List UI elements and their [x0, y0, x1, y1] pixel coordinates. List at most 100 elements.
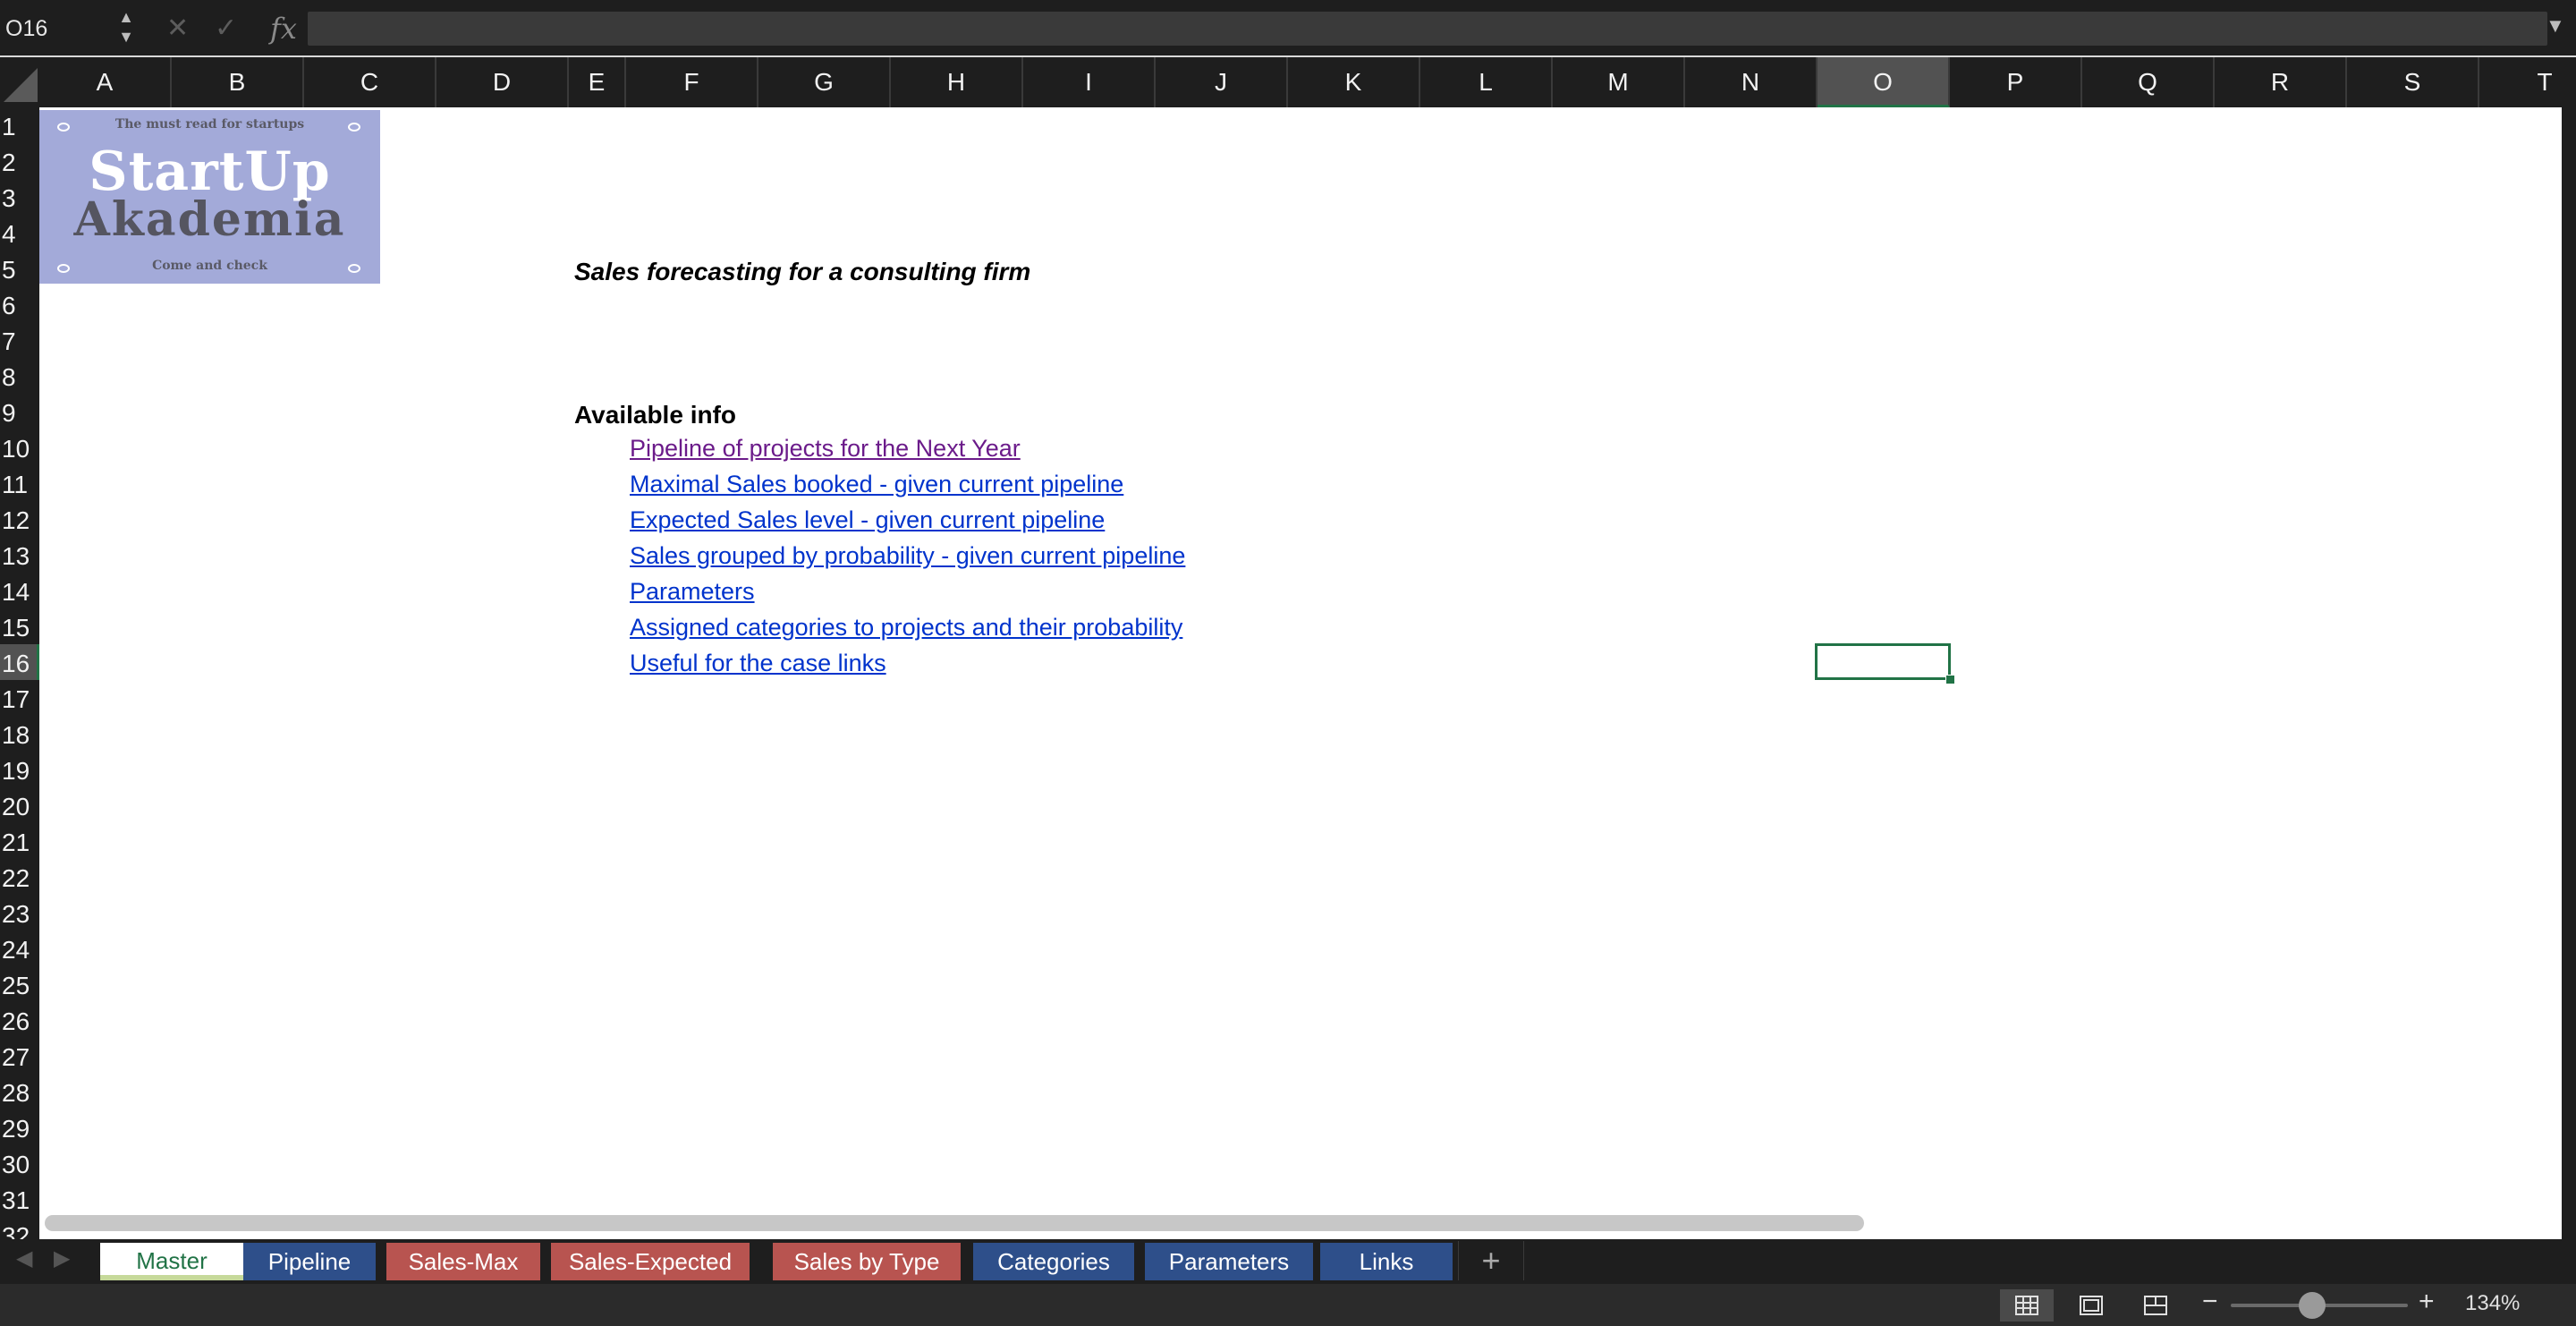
- logo-corner-icon: [348, 264, 360, 273]
- column-header-g[interactable]: G: [758, 57, 891, 107]
- tab-sales-by-type[interactable]: Sales by Type: [773, 1243, 961, 1280]
- row-header-7[interactable]: 7: [0, 322, 39, 358]
- column-header-n[interactable]: N: [1685, 57, 1818, 107]
- column-header-i[interactable]: I: [1023, 57, 1156, 107]
- row-header-13[interactable]: 13: [0, 537, 39, 573]
- row-header-31[interactable]: 31: [0, 1181, 39, 1217]
- row-header-1[interactable]: 1: [0, 107, 39, 143]
- tab-scroll-left-icon[interactable]: ◀: [16, 1245, 32, 1271]
- add-sheet-button[interactable]: +: [1458, 1241, 1524, 1280]
- column-header-d[interactable]: D: [436, 57, 569, 107]
- tab-sales-expected[interactable]: Sales-Expected: [551, 1243, 750, 1280]
- tab-parameters[interactable]: Parameters: [1145, 1243, 1313, 1280]
- row-header-8[interactable]: 8: [0, 358, 39, 394]
- row-header-24[interactable]: 24: [0, 931, 39, 966]
- logo-tagline-bottom: Come and check: [152, 259, 267, 273]
- link-sales-by-probability[interactable]: Sales grouped by probability - given cur…: [630, 542, 1185, 570]
- row-header-29[interactable]: 29: [0, 1109, 39, 1145]
- column-header-s[interactable]: S: [2347, 57, 2479, 107]
- fill-handle[interactable]: [1945, 675, 1955, 684]
- row-header-2[interactable]: 2: [0, 143, 39, 179]
- tab-sales-max[interactable]: Sales-Max: [386, 1243, 540, 1280]
- row-header-23[interactable]: 23: [0, 895, 39, 931]
- row-header-11[interactable]: 11: [0, 465, 39, 501]
- row-header-22[interactable]: 22: [0, 859, 39, 895]
- link-categories[interactable]: Assigned categories to projects and thei…: [630, 614, 1182, 642]
- formula-input[interactable]: [308, 12, 2547, 46]
- row-header-20[interactable]: 20: [0, 787, 39, 823]
- link-useful-links[interactable]: Useful for the case links: [630, 650, 886, 677]
- row-header-30[interactable]: 30: [0, 1145, 39, 1181]
- zoom-slider-handle[interactable]: [2299, 1292, 2326, 1319]
- row-header-17[interactable]: 17: [0, 680, 39, 716]
- row-header-5[interactable]: 5: [0, 251, 39, 286]
- column-header-b[interactable]: B: [172, 57, 304, 107]
- sheet-title: Sales forecasting for a consulting firm: [574, 258, 1031, 285]
- logo-corner-icon: [57, 123, 70, 132]
- column-header-j[interactable]: J: [1156, 57, 1288, 107]
- name-box-stepper-icon[interactable]: ▲ ▼: [114, 7, 138, 48]
- page-break-icon[interactable]: [2129, 1289, 2182, 1322]
- close-icon[interactable]: ✕: [166, 11, 189, 47]
- link-parameters[interactable]: Parameters: [630, 578, 755, 606]
- zoom-out-icon[interactable]: −: [2202, 1287, 2218, 1317]
- row-header-18[interactable]: 18: [0, 716, 39, 752]
- column-header-k[interactable]: K: [1288, 57, 1420, 107]
- startup-akademia-logo[interactable]: The must read for startups StartUp Akade…: [39, 110, 380, 284]
- column-header-q[interactable]: Q: [2082, 57, 2215, 107]
- row-header-14[interactable]: 14: [0, 573, 39, 608]
- horizontal-scrollbar[interactable]: [45, 1215, 1864, 1231]
- row-header-28[interactable]: 28: [0, 1074, 39, 1109]
- name-box[interactable]: O16: [5, 11, 113, 47]
- column-header-r[interactable]: R: [2215, 57, 2347, 107]
- logo-line-2: Akademia: [73, 192, 346, 247]
- column-header-c[interactable]: C: [304, 57, 436, 107]
- row-header-3[interactable]: 3: [0, 179, 39, 215]
- row-header-25[interactable]: 25: [0, 966, 39, 1002]
- zoom-in-icon[interactable]: +: [2419, 1287, 2435, 1317]
- row-header-15[interactable]: 15: [0, 608, 39, 644]
- vertical-scroll-gutter[interactable]: [2562, 57, 2576, 1239]
- row-headers: 1 2 3 4 5 6 7 8 9 10 11 12 13 14 15 16 17 18 19 20 21 22 23 24 2…: [0, 107, 39, 1239]
- formula-bar: O16 ▲ ▼ ✕ ✓ fx ▼: [0, 0, 2576, 55]
- chevron-down-icon[interactable]: ▼: [2546, 14, 2565, 38]
- row-header-27[interactable]: 27: [0, 1038, 39, 1074]
- row-header-16[interactable]: 16: [0, 644, 39, 680]
- row-header-21[interactable]: 21: [0, 823, 39, 859]
- column-header-f[interactable]: F: [626, 57, 758, 107]
- row-header-6[interactable]: 6: [0, 286, 39, 322]
- link-sales-max[interactable]: Maximal Sales booked - given current pip…: [630, 471, 1123, 498]
- row-header-26[interactable]: 26: [0, 1002, 39, 1038]
- active-cell-o16[interactable]: [1815, 643, 1951, 680]
- select-all-icon: [4, 68, 38, 102]
- logo-corner-icon: [57, 264, 70, 273]
- zoom-level[interactable]: 134%: [2465, 1291, 2520, 1316]
- tab-links[interactable]: Links: [1320, 1243, 1453, 1280]
- status-bar: [0, 1284, 2576, 1326]
- column-header-p[interactable]: P: [1950, 57, 2082, 107]
- worksheet-grid[interactable]: The must read for startups StartUp Akade…: [39, 107, 2562, 1239]
- column-header-a[interactable]: A: [39, 57, 172, 107]
- tab-scroll-right-icon[interactable]: ▶: [54, 1245, 70, 1271]
- check-icon[interactable]: ✓: [215, 11, 237, 47]
- page-layout-icon[interactable]: [2064, 1289, 2118, 1322]
- row-header-9[interactable]: 9: [0, 394, 39, 429]
- column-header-m[interactable]: M: [1553, 57, 1685, 107]
- row-header-12[interactable]: 12: [0, 501, 39, 537]
- row-header-10[interactable]: 10: [0, 429, 39, 465]
- column-header-e[interactable]: E: [569, 57, 626, 107]
- link-sales-expected[interactable]: Expected Sales level - given current pip…: [630, 506, 1105, 534]
- normal-view-icon[interactable]: [2000, 1289, 2054, 1322]
- column-header-h[interactable]: H: [891, 57, 1023, 107]
- fx-icon[interactable]: fx: [270, 11, 297, 47]
- row-header-4[interactable]: 4: [0, 215, 39, 251]
- link-pipeline[interactable]: Pipeline of projects for the Next Year: [630, 435, 1021, 463]
- logo-tagline-top: The must read for startups: [114, 117, 305, 132]
- column-header-o[interactable]: O: [1818, 57, 1950, 107]
- row-header-32[interactable]: 32: [0, 1217, 39, 1239]
- tab-master[interactable]: Master: [100, 1243, 243, 1280]
- row-header-19[interactable]: 19: [0, 752, 39, 787]
- column-header-l[interactable]: L: [1420, 57, 1553, 107]
- tab-pipeline[interactable]: Pipeline: [243, 1243, 376, 1280]
- tab-categories[interactable]: Categories: [973, 1243, 1134, 1280]
